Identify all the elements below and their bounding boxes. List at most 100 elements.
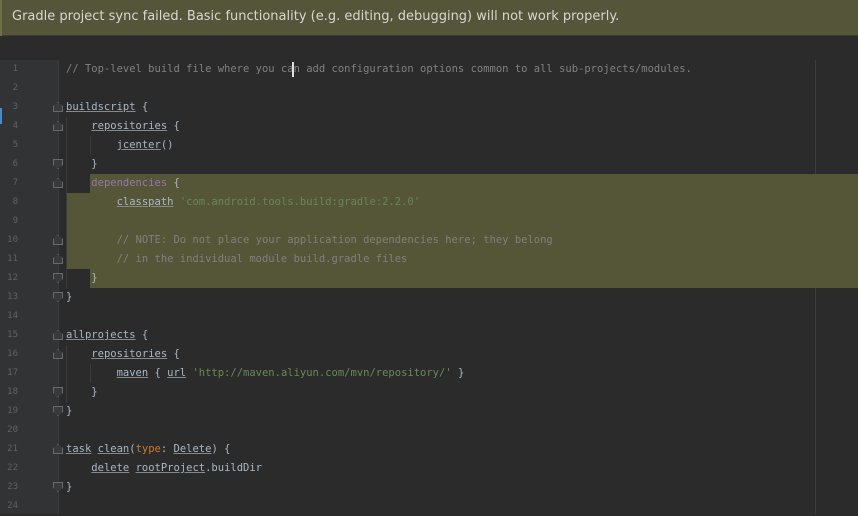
code-token: repositories	[91, 120, 168, 132]
code-token: ()	[160, 139, 174, 151]
code-line[interactable]: 12 }	[0, 269, 858, 288]
code-token: 'http://maven.aliyun.com/mvn/repository/…	[192, 367, 452, 379]
code-text[interactable]: }	[66, 288, 72, 307]
fold-end-icon[interactable]	[53, 482, 63, 492]
fold-start-icon[interactable]	[53, 235, 63, 245]
code-line[interactable]: 2	[0, 79, 858, 98]
fold-start-icon[interactable]	[53, 178, 63, 188]
line-number: 6	[12, 159, 18, 169]
code-text[interactable]: buildscript {	[66, 98, 148, 117]
line-number: 17	[7, 368, 18, 378]
code-line[interactable]: 4 repositories {	[0, 117, 858, 136]
line-number: 24	[7, 501, 18, 511]
line-number: 11	[7, 254, 18, 264]
line-number: 7	[12, 178, 18, 188]
code-line[interactable]: 6 }	[0, 155, 858, 174]
code-token: maven	[116, 367, 149, 379]
code-token: {	[167, 177, 180, 189]
code-editor[interactable]: 1 // Top-level build file where you can a…	[0, 60, 858, 514]
code-line[interactable]: 1 // Top-level build file where you can a…	[0, 60, 858, 79]
fold-start-icon[interactable]	[53, 102, 63, 112]
code-line[interactable]: 14	[0, 307, 858, 326]
line-number: 14	[7, 311, 18, 321]
editor-top-strip	[0, 36, 858, 60]
fold-start-icon[interactable]	[53, 330, 63, 340]
code-text[interactable]: repositories {	[66, 345, 180, 364]
code-text[interactable]: dependencies {	[66, 174, 180, 193]
code-token: classpath	[116, 196, 174, 208]
sync-failed-message: Gradle project sync failed. Basic functi…	[12, 9, 620, 24]
code-token: // NOTE: Do not place your application d…	[66, 234, 553, 246]
code-text[interactable]: }	[66, 478, 72, 497]
code-line[interactable]: 15 allprojects {	[0, 326, 858, 345]
code-text[interactable]: // in the individual module build.gradle…	[66, 250, 408, 269]
code-token: }	[451, 367, 465, 379]
code-token: repositories	[91, 348, 168, 360]
line-number: 18	[7, 387, 18, 397]
code-line[interactable]: 5 jcenter()	[0, 136, 858, 155]
code-line[interactable]: 18 }	[0, 383, 858, 402]
line-number: 12	[7, 273, 18, 283]
code-line[interactable]: 8 classpath 'com.android.tools.build:gra…	[0, 193, 858, 212]
fold-end-icon[interactable]	[53, 406, 63, 416]
code-line[interactable]: 9	[0, 212, 858, 231]
line-number: 5	[12, 140, 18, 150]
code-line[interactable]: 19}	[0, 402, 858, 421]
code-line[interactable]: 11 // in the individual module build.gra…	[0, 250, 858, 269]
line-number: 23	[7, 482, 18, 492]
code-text[interactable]: // NOTE: Do not place your application d…	[66, 231, 553, 250]
code-line[interactable]: 22 delete rootProject.buildDir	[0, 459, 858, 478]
fold-start-icon[interactable]	[53, 444, 63, 454]
code-line[interactable]: 3 buildscript {	[0, 98, 858, 117]
fold-start-icon[interactable]	[53, 121, 63, 131]
code-line[interactable]: 23}	[0, 478, 858, 497]
code-text[interactable]: }	[66, 269, 97, 288]
code-token: dependencies	[91, 177, 168, 189]
code-text[interactable]: }	[66, 383, 98, 402]
code-token: url	[167, 367, 187, 379]
code-text[interactable]: allprojects {	[66, 326, 148, 345]
code-text[interactable]: repositories {	[66, 117, 180, 136]
sync-failed-banner: Gradle project sync failed. Basic functi…	[0, 0, 858, 36]
code-token: .buildDir	[205, 462, 263, 474]
code-token: allprojects	[66, 329, 136, 341]
banner-edge	[0, 0, 2, 36]
code-line[interactable]: 21 task clean(type: Delete) {	[0, 440, 858, 459]
code-line[interactable]: 24	[0, 497, 858, 516]
code-text[interactable]: jcenter()	[66, 136, 174, 155]
code-text[interactable]: // Top-level build file where you can ad…	[66, 60, 692, 79]
fold-end-icon[interactable]	[53, 273, 63, 283]
line-number: 2	[12, 83, 18, 93]
code-text[interactable]: classpath 'com.android.tools.build:gradl…	[66, 193, 420, 212]
code-token: ) {	[211, 443, 231, 455]
code-token: }	[66, 386, 98, 398]
code-text[interactable]: delete rootProject.buildDir	[66, 459, 262, 478]
code-line[interactable]: 16 repositories {	[0, 345, 858, 364]
code-text[interactable]: maven { url 'http://maven.aliyun.com/mvn…	[66, 364, 465, 383]
fold-end-icon[interactable]	[53, 387, 63, 397]
code-token: }	[66, 291, 73, 303]
code-token: {	[135, 101, 149, 113]
code-text[interactable]: }	[66, 402, 72, 421]
fold-start-icon[interactable]	[53, 349, 63, 359]
fold-end-icon[interactable]	[53, 292, 63, 302]
code-line[interactable]: 7 dependencies {	[0, 174, 858, 193]
code-token: :	[160, 443, 174, 455]
code-token: 'com.android.tools.build:gradle:2.2.0'	[179, 196, 421, 208]
code-text[interactable]: task clean(type: Delete) {	[66, 440, 230, 459]
line-number: 4	[12, 121, 18, 131]
code-token: {	[148, 367, 168, 379]
code-text[interactable]: }	[66, 155, 97, 174]
code-line[interactable]: 20	[0, 421, 858, 440]
line-number: 16	[7, 349, 18, 359]
fold-start-icon[interactable]	[53, 254, 63, 264]
code-token: // Top-level build file where you can ad…	[66, 63, 692, 75]
code-line[interactable]: 17 maven { url 'http://maven.aliyun.com/…	[0, 364, 858, 383]
code-line[interactable]: 10 // NOTE: Do not place your applicatio…	[0, 231, 858, 250]
fold-end-icon[interactable]	[53, 159, 63, 169]
code-token: clean	[97, 443, 130, 455]
code-line[interactable]: 13}	[0, 288, 858, 307]
